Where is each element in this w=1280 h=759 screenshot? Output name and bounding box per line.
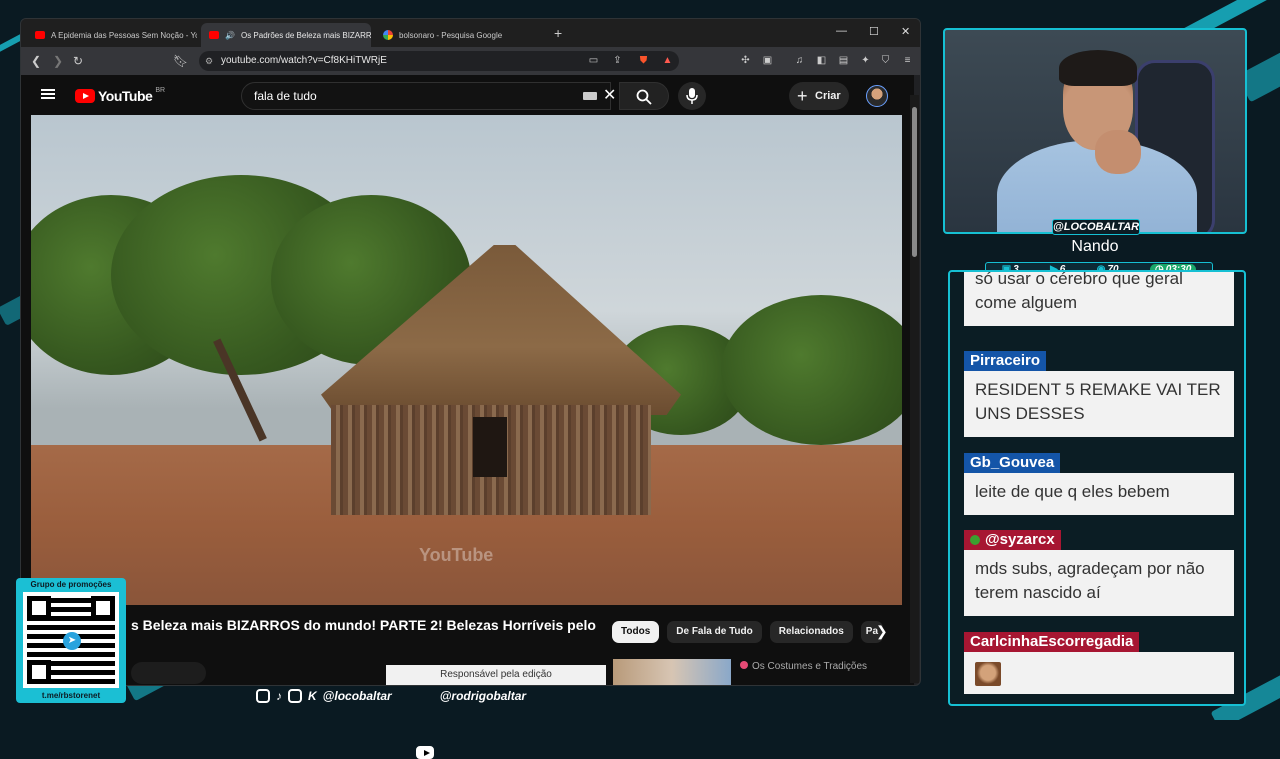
chat-message: RESIDENT 5 REMAKE VAI TER UNS DESSES <box>964 371 1234 437</box>
instagram-icon <box>256 689 270 703</box>
wallet-icon[interactable]: ▤ <box>837 54 850 67</box>
tiktok-icon: ♪ <box>276 689 282 703</box>
youtube-play-icon <box>75 89 95 103</box>
close-window-icon[interactable]: ✕ <box>901 25 910 38</box>
tab-epidemia[interactable]: A Epidemia das Pessoas Sem Noção - YouTu… <box>27 23 197 47</box>
tab-padroes[interactable]: 🔊 Os Padrões de Beleza mais BIZARROS ✕ <box>201 23 371 47</box>
video-watermark: YouTube <box>419 545 494 565</box>
brave-shield-icon[interactable]: ⛊ <box>637 54 650 67</box>
youtube-favicon-icon <box>209 31 219 39</box>
search-input[interactable]: fala de tudo <box>241 82 611 110</box>
chat-message: mds subs, agradeçam por não terem nascid… <box>964 550 1234 616</box>
qr-code: ➤ <box>23 592 119 688</box>
chat-username: CarlcinhaEscorregadia <box>964 632 1140 652</box>
brave-rewards-icon[interactable]: ▲ <box>661 54 674 67</box>
chat-username: Gb_Gouvea <box>964 453 1061 473</box>
browser-toolbar: ❮ ❯ ↻ 🔖︎ ⚙ youtube.com/watch?v=Cf8KHiTWR… <box>21 47 920 75</box>
promo-url: t.me/rbstorenet <box>41 691 101 700</box>
qr-finder <box>27 660 51 684</box>
social-bar: ♪ K @locobaltar @rodrigobaltar <box>256 689 527 759</box>
microphone-icon <box>686 88 698 104</box>
extensions-icon[interactable]: ✣ <box>739 54 752 67</box>
chip-todos[interactable]: Todos <box>612 621 660 643</box>
leo-ai-icon[interactable]: ✦ <box>859 54 872 67</box>
back-icon[interactable]: ❮ <box>31 53 41 69</box>
forward-icon[interactable]: ❯ <box>53 53 63 69</box>
related-chips: Todos De Fala de Tudo Relacionados Pa <box>612 621 883 643</box>
channel-pill[interactable] <box>131 662 206 684</box>
chat-message: só usar o cérebro que geral come alguem <box>964 272 1234 326</box>
emote-icon <box>975 661 1001 686</box>
vpn-icon[interactable]: ⛉ <box>879 54 892 67</box>
tab-title: bolsonaro - Pesquisa Google <box>399 30 503 40</box>
reload-icon[interactable]: ↻ <box>73 53 83 69</box>
youtube-page: YouTube BR fala de tudo ✕ + Criar YouTub… <box>21 75 914 685</box>
media-icon[interactable]: ♫ <box>793 54 806 67</box>
social-handle-1: @locobaltar <box>322 689 392 703</box>
chat-username: Pirraceiro <box>964 351 1047 371</box>
streamer-hair <box>1059 50 1137 86</box>
cast-icon[interactable]: ▭ <box>587 54 600 67</box>
chevron-right-icon[interactable]: ❯ <box>876 623 888 640</box>
youtube-social-icon <box>415 745 434 759</box>
social-handle-2: @rodrigobaltar <box>439 689 527 703</box>
share-icon[interactable]: ⇪ <box>611 54 624 67</box>
youtube-header: YouTube BR fala de tudo ✕ + Criar <box>21 75 914 115</box>
scrollbar[interactable] <box>910 95 919 683</box>
chip-relacionados[interactable]: Relacionados <box>769 621 853 643</box>
below-player: s Beleza mais BIZARROS do mundo! PARTE 2… <box>21 605 914 685</box>
webcam-feed <box>943 28 1247 234</box>
video-player[interactable]: YouTube <box>31 115 902 605</box>
chat-panel: só usar o cérebro que geral come alguem … <box>948 270 1246 706</box>
chat-message <box>964 652 1234 694</box>
chat-username: @syzarcx <box>964 530 1061 550</box>
bookmark-icon[interactable]: 🔖︎ <box>173 53 188 69</box>
channel-tag: @LOCOBALTAR <box>1052 219 1140 235</box>
youtube-logo[interactable]: YouTube BR <box>75 87 165 104</box>
sidebar-icon[interactable]: ◧ <box>815 54 828 67</box>
related-thumbnail[interactable] <box>613 659 731 685</box>
url-text: youtube.com/watch?v=Cf8KHiTWRjE <box>221 55 387 66</box>
search-button[interactable] <box>619 82 669 110</box>
clear-search-icon[interactable]: ✕ <box>603 85 616 105</box>
search-icon <box>636 89 652 105</box>
tab-title: A Epidemia das Pessoas Sem Noção - YouTu… <box>51 30 197 40</box>
voice-search-button[interactable] <box>678 82 706 110</box>
screenshot-icon[interactable]: ▣ <box>761 54 774 67</box>
edit-credit: Responsável pela edição <box>386 665 606 685</box>
qr-finder <box>91 596 115 620</box>
audio-icon: 🔊 <box>225 30 235 40</box>
related-title[interactable]: Os Costumes e Tradições <box>740 661 867 672</box>
tab-strip: A Epidemia das Pessoas Sem Noção - YouTu… <box>21 19 920 47</box>
new-tab-icon[interactable]: + <box>554 25 562 41</box>
telegram-icon: ➤ <box>63 632 81 650</box>
guide-menu-icon[interactable] <box>41 89 55 99</box>
tab-bolsonaro[interactable]: bolsonaro - Pesquisa Google <box>375 23 545 47</box>
streamer-hand <box>1095 130 1141 174</box>
promo-qr-box: Grupo de promoções ➤ t.me/rbstorenet <box>16 578 126 703</box>
chat-message: leite de que q eles bebem <box>964 473 1234 515</box>
promo-label: Grupo de promoções <box>30 580 112 589</box>
keyboard-icon[interactable] <box>583 92 597 100</box>
maximize-icon[interactable]: ☐ <box>869 25 879 38</box>
menu-icon[interactable]: ≡ <box>901 54 914 67</box>
address-bar[interactable]: ⚙ youtube.com/watch?v=Cf8KHiTWRjE <box>199 51 679 71</box>
qr-finder <box>27 596 51 620</box>
avatar[interactable] <box>866 85 888 107</box>
plus-icon: + <box>797 86 808 106</box>
streamer-name: Nando <box>1071 238 1119 255</box>
minimize-icon[interactable]: — <box>836 25 847 37</box>
tab-title: Os Padrões de Beleza mais BIZARROS <box>240 30 371 40</box>
scene-hut-door <box>473 417 507 477</box>
chip-fala-de-tudo[interactable]: De Fala de Tudo <box>667 621 762 643</box>
create-button[interactable]: + Criar <box>789 82 849 110</box>
google-favicon-icon <box>383 30 393 40</box>
platform-icon <box>970 535 980 546</box>
video-title: s Beleza mais BIZARROS do mundo! PARTE 2… <box>131 617 596 633</box>
browser-window: A Epidemia das Pessoas Sem Noção - YouTu… <box>20 18 921 686</box>
kick-icon: K <box>308 689 317 703</box>
youtube-favicon-icon <box>35 31 45 39</box>
site-info-icon[interactable]: ⚙ <box>205 51 213 71</box>
twitch-icon <box>288 689 302 703</box>
